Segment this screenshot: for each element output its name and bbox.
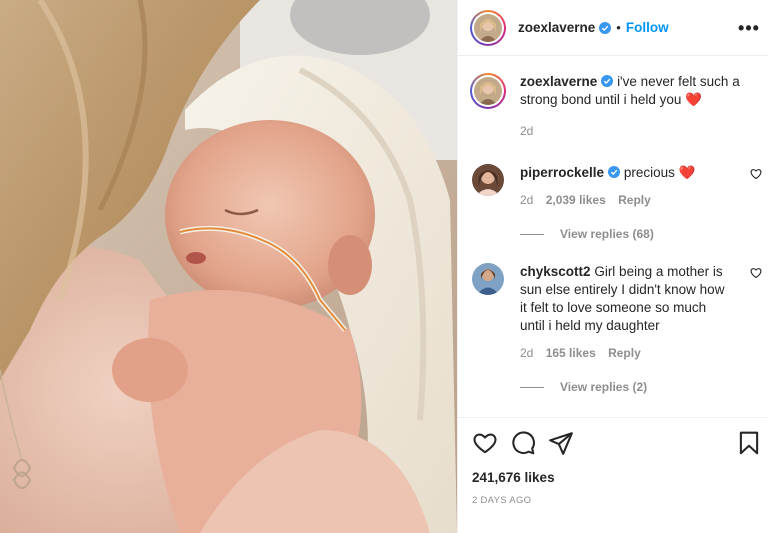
comment-likes[interactable]: 2,039 likes bbox=[546, 193, 606, 207]
post-photo[interactable] bbox=[0, 0, 457, 533]
comment-likes[interactable]: 165 likes bbox=[546, 346, 596, 360]
verified-badge-icon bbox=[601, 75, 614, 87]
post-header: zoexlaverne • Follow ••• bbox=[458, 0, 768, 56]
heart-emoji: ❤️ bbox=[685, 92, 702, 107]
verified-badge-icon bbox=[599, 21, 612, 34]
more-options-icon: ••• bbox=[738, 18, 760, 38]
post-likes-count[interactable]: 241,676 likes bbox=[472, 470, 555, 485]
comment-meta: 2d 2,039 likes Reply bbox=[520, 193, 762, 207]
post-actions: 241,676 likes 2 DAYS AGO bbox=[458, 417, 768, 533]
heart-icon[interactable] bbox=[472, 430, 498, 456]
commenter-username[interactable]: piperrockelle bbox=[520, 165, 604, 180]
comment-icon[interactable] bbox=[510, 430, 536, 456]
post-timestamp[interactable]: 2 DAYS AGO bbox=[472, 495, 531, 506]
author-username[interactable]: zoexlaverne bbox=[518, 20, 595, 35]
commenter-avatar[interactable] bbox=[472, 164, 504, 196]
caption-avatar-image bbox=[474, 77, 502, 105]
comment-meta: 2d 165 likes Reply bbox=[520, 346, 762, 360]
comment-text-block: piperrockelle precious ❤️ bbox=[520, 164, 732, 182]
reply-button[interactable]: Reply bbox=[618, 193, 651, 207]
view-replies-button[interactable]: View replies (68) bbox=[520, 227, 762, 241]
commenter-username[interactable]: chykscott2 bbox=[520, 264, 591, 279]
comments-section[interactable]: zoexlaverne i've never felt such a stron… bbox=[458, 57, 768, 417]
reply-button[interactable]: Reply bbox=[608, 346, 641, 360]
caption-time[interactable]: 2d bbox=[520, 124, 760, 138]
share-icon[interactable] bbox=[548, 430, 574, 456]
like-comment-heart-icon[interactable] bbox=[750, 168, 762, 180]
comment-item: chykscott2 Girl being a mother is sun el… bbox=[472, 263, 762, 394]
comment-time[interactable]: 2d bbox=[520, 193, 533, 207]
header-separator: • bbox=[616, 20, 621, 35]
post-photo-illustration bbox=[0, 0, 457, 533]
commenter-avatar-image bbox=[472, 263, 504, 295]
commenter-avatar-image bbox=[472, 164, 504, 196]
view-replies-label: View replies (68) bbox=[560, 227, 654, 241]
verified-badge-icon bbox=[608, 166, 621, 178]
heart-emoji: ❤️ bbox=[678, 165, 696, 180]
post-caption: zoexlaverne i've never felt such a stron… bbox=[470, 73, 760, 138]
replies-divider-line bbox=[520, 233, 544, 235]
caption-avatar[interactable] bbox=[470, 73, 506, 109]
more-options-button[interactable]: ••• bbox=[738, 18, 760, 38]
replies-divider-line bbox=[520, 386, 544, 388]
like-comment-heart-icon[interactable] bbox=[750, 267, 762, 279]
caption-text-block: zoexlaverne i've never felt such a stron… bbox=[520, 73, 760, 109]
post-side-panel: zoexlaverne • Follow ••• zoexlaverne i'v… bbox=[457, 0, 768, 533]
bookmark-icon[interactable] bbox=[736, 430, 762, 456]
view-replies-button[interactable]: View replies (2) bbox=[520, 380, 762, 394]
comment-time[interactable]: 2d bbox=[520, 346, 533, 360]
follow-button[interactable]: Follow bbox=[626, 20, 669, 35]
comment-text: precious bbox=[623, 165, 675, 180]
action-icon-row bbox=[472, 430, 762, 456]
commenter-avatar[interactable] bbox=[472, 263, 504, 295]
view-replies-label: View replies (2) bbox=[560, 380, 648, 394]
comment-item: piperrockelle precious ❤️ 2d 2,039 likes… bbox=[472, 164, 762, 241]
comment-text-block: chykscott2 Girl being a mother is sun el… bbox=[520, 263, 732, 335]
author-avatar-image bbox=[474, 13, 502, 42]
caption-username[interactable]: zoexlaverne bbox=[520, 74, 597, 89]
author-avatar[interactable] bbox=[470, 9, 506, 46]
